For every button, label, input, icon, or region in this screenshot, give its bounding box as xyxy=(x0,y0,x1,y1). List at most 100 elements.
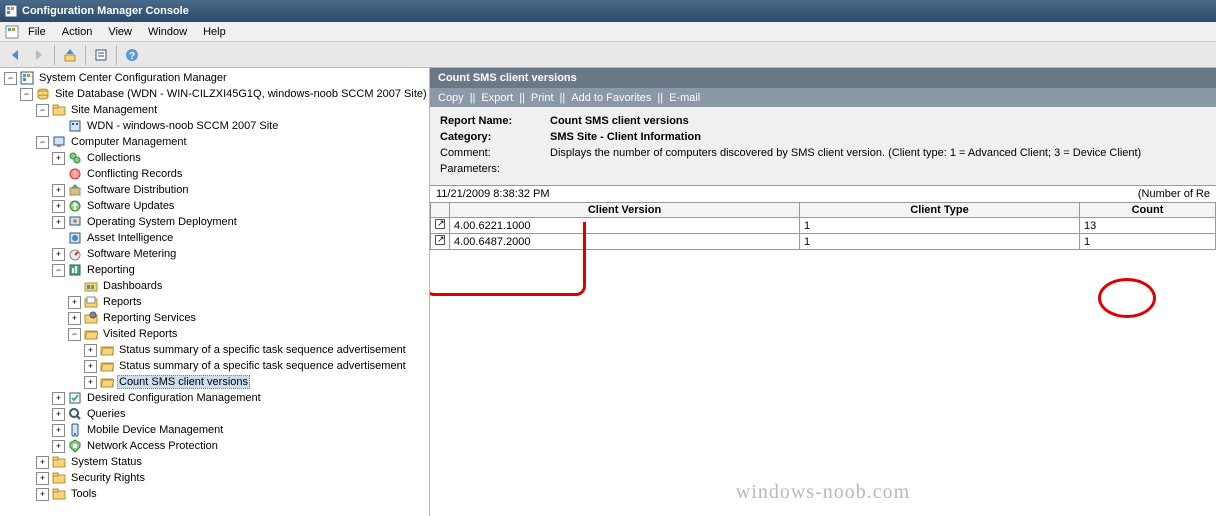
expand-toggle[interactable]: + xyxy=(68,296,81,309)
back-button[interactable] xyxy=(4,44,26,66)
up-button[interactable] xyxy=(59,44,81,66)
expand-toggle[interactable]: + xyxy=(52,216,65,229)
query-icon xyxy=(67,406,83,422)
menu-file[interactable]: File xyxy=(20,24,54,40)
system-menu-icon[interactable] xyxy=(4,25,20,39)
tree-node[interactable]: !Conflicting Records xyxy=(0,166,429,182)
expand-toggle[interactable]: + xyxy=(52,248,65,261)
swd-icon xyxy=(67,182,83,198)
expand-toggle[interactable]: + xyxy=(52,392,65,405)
action-export[interactable]: Export xyxy=(481,92,513,104)
window-title: Configuration Manager Console xyxy=(22,5,189,17)
tree-node-label: Status summary of a specific task sequen… xyxy=(117,344,408,356)
menu-view[interactable]: View xyxy=(100,24,140,40)
folder-o-icon xyxy=(99,358,115,374)
col-client-type[interactable]: Client Type xyxy=(800,203,1080,218)
tree-node-label: Reporting xyxy=(85,264,137,276)
expand-toggle[interactable]: + xyxy=(84,344,97,357)
expand-toggle[interactable]: + xyxy=(68,312,81,325)
action-copy[interactable]: Copy xyxy=(438,92,464,104)
expand-toggle[interactable]: − xyxy=(52,264,65,277)
tree-node-label: System Center Configuration Manager xyxy=(37,72,229,84)
menu-help[interactable]: Help xyxy=(195,24,234,40)
tree-node-label: Security Rights xyxy=(69,472,147,484)
col-count[interactable]: Count xyxy=(1080,203,1216,218)
properties-button[interactable] xyxy=(90,44,112,66)
menu-window[interactable]: Window xyxy=(140,24,195,40)
menu-action[interactable]: Action xyxy=(54,24,101,40)
tree-node[interactable]: +Operating System Deployment xyxy=(0,214,429,230)
expand-toggle[interactable]: − xyxy=(4,72,17,85)
tree-node[interactable]: Dashboards xyxy=(0,278,429,294)
expand-toggle[interactable]: + xyxy=(52,152,65,165)
tree-node[interactable]: + Status summary of a specific task seque… xyxy=(0,358,429,374)
tree-node[interactable]: +Desired Configuration Management xyxy=(0,390,429,406)
tree-node[interactable]: +Reporting Services xyxy=(0,310,429,326)
tree-node[interactable]: +Reports xyxy=(0,294,429,310)
tree-node[interactable]: − System Center Configuration Manager xyxy=(0,70,429,86)
tree-node-label: Status summary of a specific task sequen… xyxy=(117,360,408,372)
tree-node[interactable]: + System Status xyxy=(0,454,429,470)
tree-node[interactable]: − Visited Reports xyxy=(0,326,429,342)
tree-node[interactable]: +Software Updates xyxy=(0,198,429,214)
tree-node-label: Queries xyxy=(85,408,128,420)
expand-toggle[interactable]: + xyxy=(84,360,97,373)
tree-node-label: Dashboards xyxy=(101,280,164,292)
tree-node[interactable]: −Site Management xyxy=(0,102,429,118)
tree-node-label: System Status xyxy=(69,456,144,468)
tree-node[interactable]: − Reporting xyxy=(0,262,429,278)
tree-node[interactable]: +Collections xyxy=(0,150,429,166)
tree-node[interactable]: + Security Rights xyxy=(0,470,429,486)
tree-node[interactable]: +Network Access Protection xyxy=(0,438,429,454)
table-row[interactable]: 4.00.6487.200011 xyxy=(431,234,1216,250)
label-category: Category: xyxy=(440,129,550,145)
tree-node[interactable]: WDN - windows-noob SCCM 2007 Site xyxy=(0,118,429,134)
tree-node[interactable]: + Queries xyxy=(0,406,429,422)
swu-icon xyxy=(67,198,83,214)
coll-icon xyxy=(67,150,83,166)
tree-node-label: Software Metering xyxy=(85,248,178,260)
action-email[interactable]: E-mail xyxy=(669,92,700,104)
help-button[interactable]: ? xyxy=(121,44,143,66)
expand-toggle[interactable]: + xyxy=(52,408,65,421)
expand-toggle[interactable]: + xyxy=(52,200,65,213)
expand-toggle[interactable]: + xyxy=(36,488,49,501)
expand-toggle[interactable]: + xyxy=(52,440,65,453)
expand-toggle[interactable]: + xyxy=(36,472,49,485)
tree-node[interactable]: −Computer Management xyxy=(0,134,429,150)
folder-y-icon xyxy=(51,470,67,486)
tree-node[interactable]: +Count SMS client versions xyxy=(0,374,429,390)
table-row[interactable]: 4.00.6221.1000113 xyxy=(431,218,1216,234)
tree-node[interactable]: +Mobile Device Management xyxy=(0,422,429,438)
watermark: windows-noob.com xyxy=(736,481,910,504)
tree-node-label: Visited Reports xyxy=(101,328,179,340)
col-client-version[interactable]: Client Version xyxy=(450,203,800,218)
expand-toggle[interactable]: − xyxy=(36,136,49,149)
forward-button[interactable] xyxy=(28,44,50,66)
tree-node-label: Conflicting Records xyxy=(85,168,184,180)
folder-o-icon xyxy=(83,326,99,342)
value-category: SMS Site - Client Information xyxy=(550,129,701,145)
expand-toggle[interactable]: − xyxy=(20,88,33,101)
tree-node[interactable]: −Site Database (WDN - WIN-CILZXI45G1Q, w… xyxy=(0,86,429,102)
expand-toggle[interactable]: + xyxy=(84,376,97,389)
expand-toggle[interactable]: − xyxy=(68,328,81,341)
action-favorites[interactable]: Add to Favorites xyxy=(571,92,651,104)
drill-icon[interactable] xyxy=(431,218,450,234)
navigation-tree[interactable]: −System Center Configuration Manager−Sit… xyxy=(0,68,430,516)
tree-node[interactable]: + Status summary of a specific task seque… xyxy=(0,342,429,358)
drill-icon[interactable] xyxy=(431,234,450,250)
tree-node[interactable]: +Software Distribution xyxy=(0,182,429,198)
expand-toggle[interactable]: + xyxy=(52,424,65,437)
expand-toggle[interactable]: − xyxy=(36,104,49,117)
toolbar: ? xyxy=(0,42,1216,68)
expand-toggle[interactable]: + xyxy=(36,456,49,469)
tree-node[interactable]: + Software Metering xyxy=(0,246,429,262)
label-comment: Comment: xyxy=(440,145,550,161)
asset-icon xyxy=(67,230,83,246)
titlebar: Configuration Manager Console xyxy=(0,0,1216,22)
tree-node[interactable]: Asset Intelligence xyxy=(0,230,429,246)
tree-node[interactable]: +Tools xyxy=(0,486,429,502)
action-print[interactable]: Print xyxy=(531,92,554,104)
expand-toggle[interactable]: + xyxy=(52,184,65,197)
